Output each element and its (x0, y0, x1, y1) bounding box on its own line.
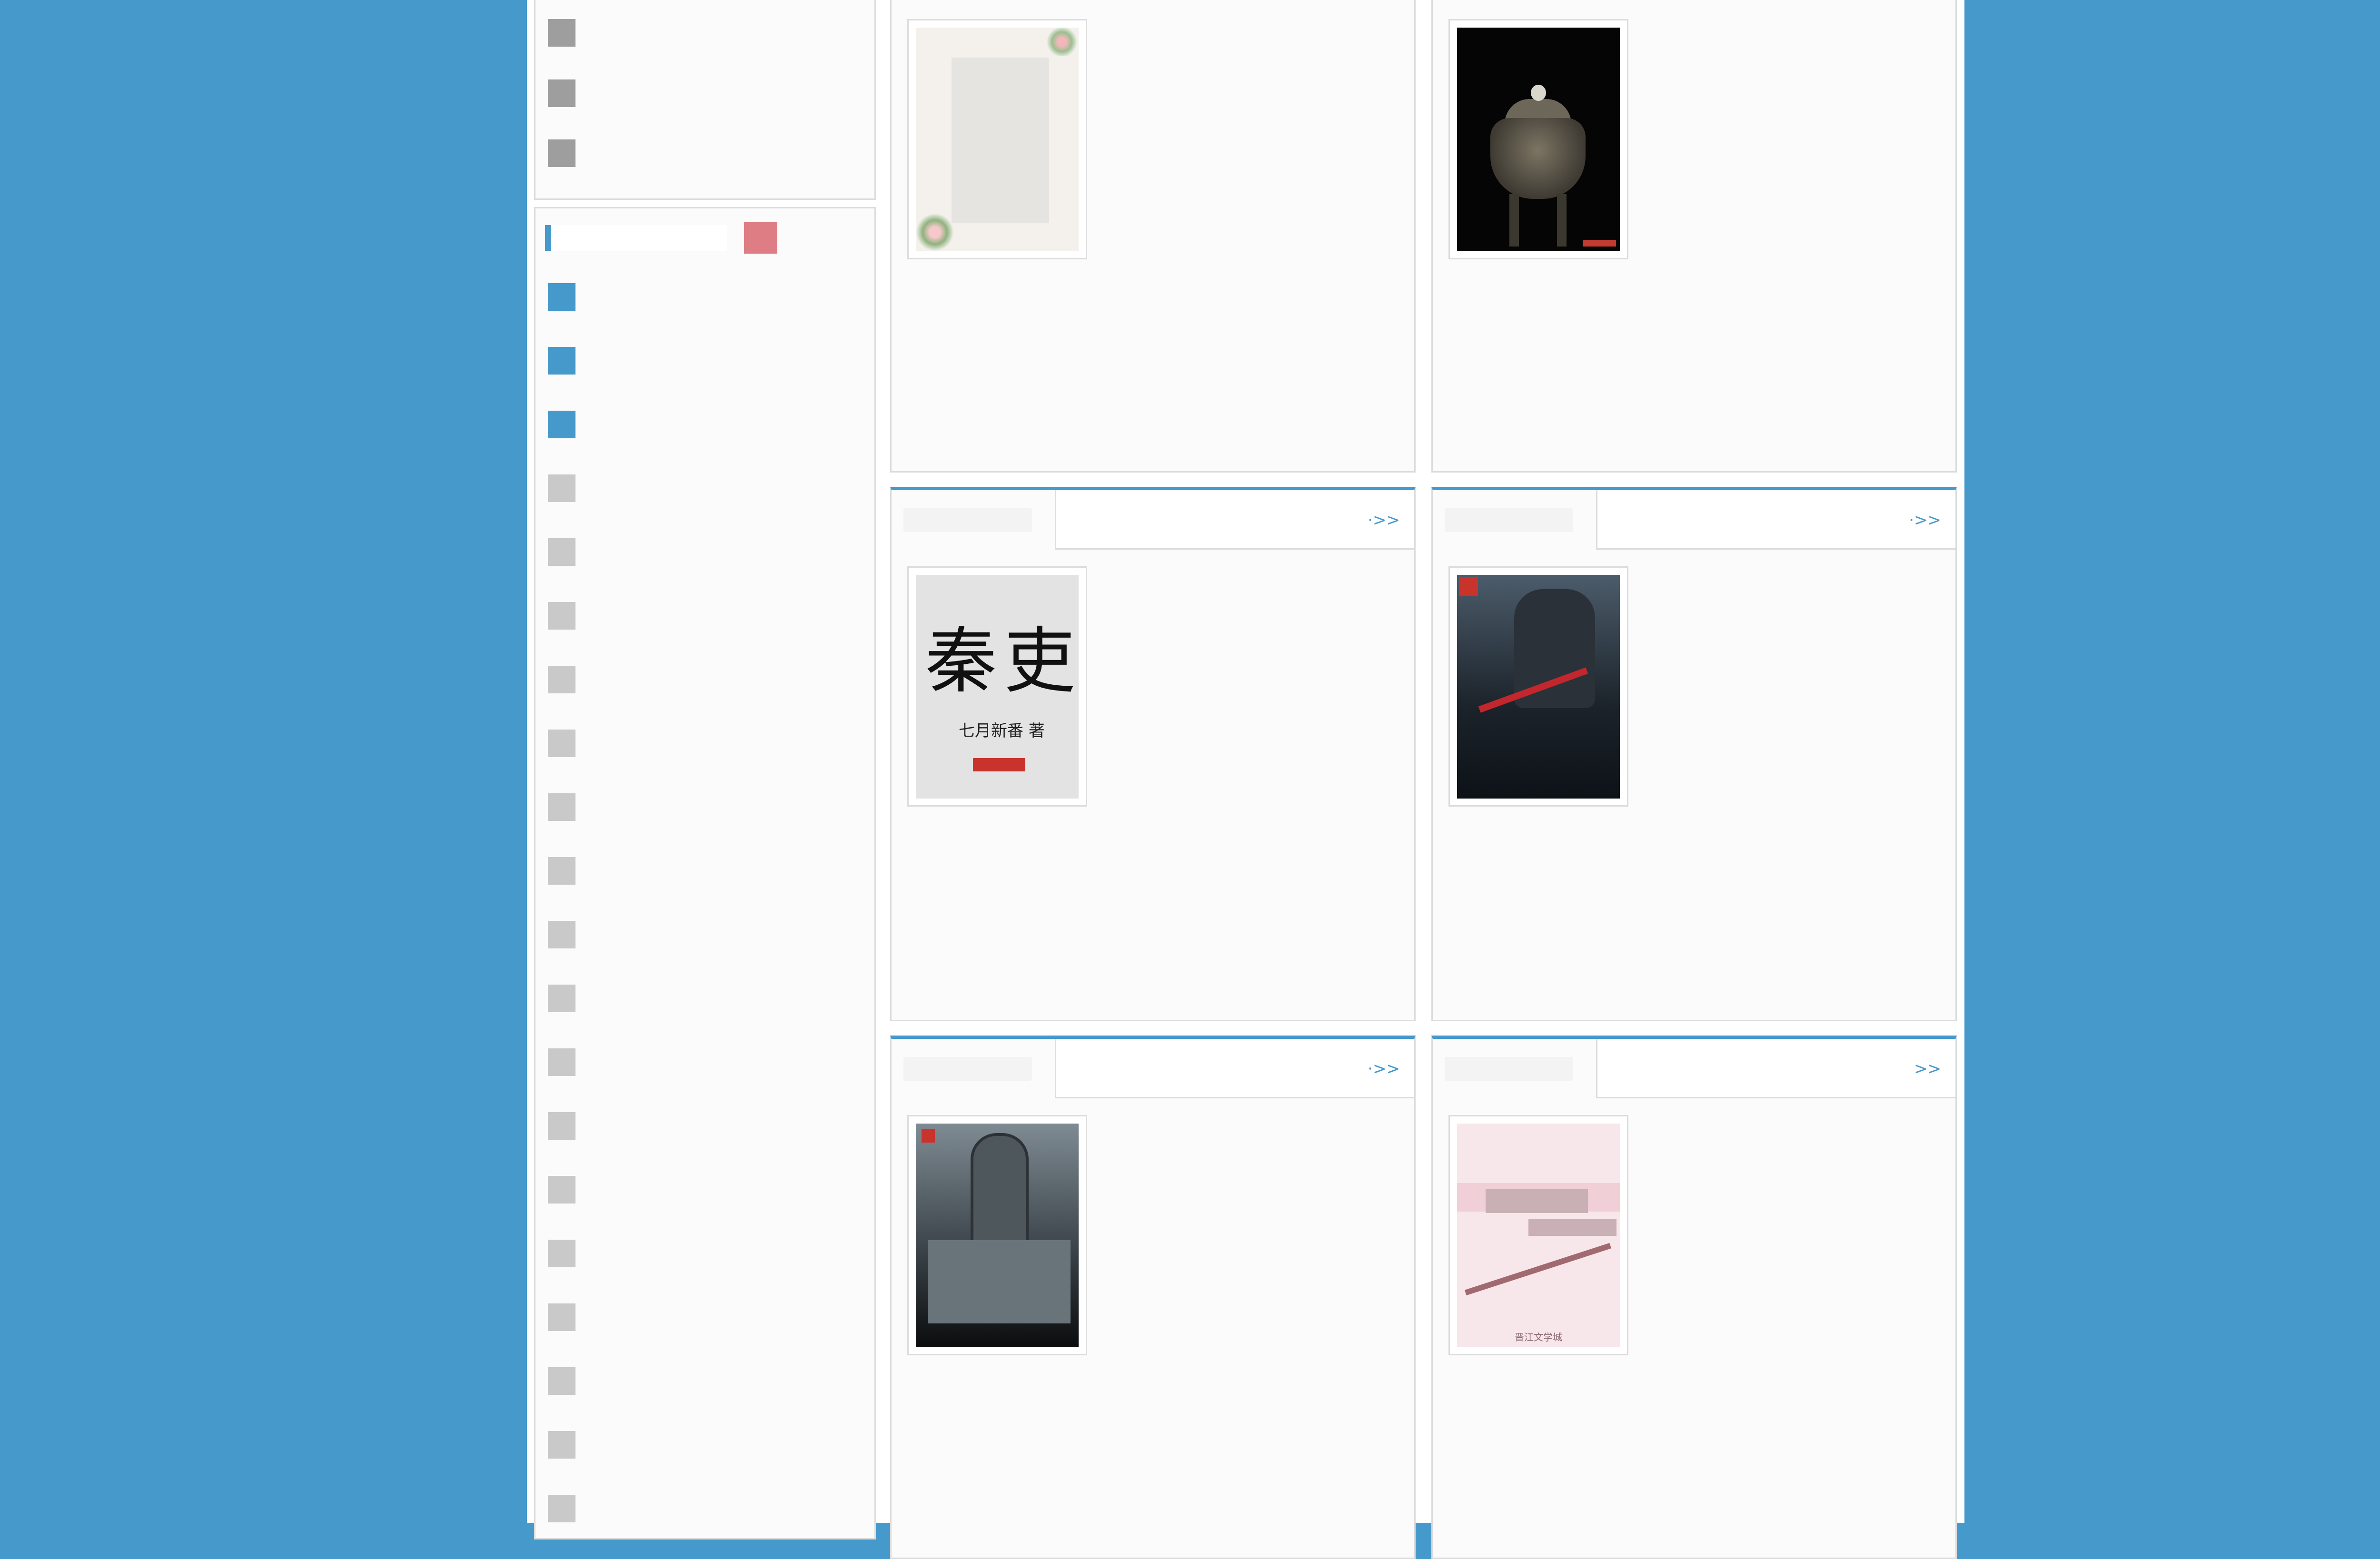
page-body: ·>> 秦 吏 七月新番 著 ·>> ·>> >> 晋江文学城 (527, 0, 1964, 1559)
rank-badge-icon (548, 1495, 575, 1522)
book-cover[interactable] (1448, 566, 1628, 807)
category-panel: ·>> (1431, 487, 1957, 1021)
panel-tab[interactable] (1433, 1039, 1596, 1098)
rank-badge-icon (548, 538, 575, 566)
book-cover-image (1457, 28, 1620, 251)
more-link[interactable]: ·>> (1368, 508, 1400, 532)
book-cover-image: 秦 吏 七月新番 著 (916, 575, 1079, 799)
rank-badge-icon (548, 1367, 575, 1395)
rank-badge-icon (548, 1112, 575, 1140)
book-cover[interactable] (907, 19, 1087, 259)
category-panel (1431, 0, 1957, 473)
book-cover-image (916, 1124, 1079, 1347)
rank-badge-icon (548, 283, 575, 311)
sidebar-heading-marker (545, 225, 551, 251)
panel-header: ·>> (1055, 490, 1414, 550)
rank-badge-icon (548, 1176, 575, 1204)
rank-badge-icon (548, 857, 575, 885)
category-panel (890, 0, 1416, 473)
category-panel: ·>> (890, 1036, 1416, 1559)
rank-badge-icon (548, 985, 575, 1012)
sidebar-heading-badge[interactable] (744, 222, 777, 254)
book-cover[interactable]: 秦 吏 七月新番 著 (907, 566, 1087, 807)
panel-header: >> (1596, 1039, 1955, 1098)
sidebar-link-icon[interactable] (548, 19, 575, 47)
panel-header: ·>> (1596, 490, 1955, 550)
panel-tab[interactable] (1433, 490, 1596, 550)
cover-title-char: 秦 (925, 620, 997, 703)
book-cover[interactable]: 晋江文学城 (1448, 1115, 1628, 1355)
book-cover-image (1457, 575, 1620, 799)
panel-tab[interactable] (892, 1039, 1055, 1098)
category-panel: ·>> 秦 吏 七月新番 著 (890, 487, 1416, 1021)
sidebar-heading (551, 225, 727, 251)
panel-header: ·>> (1055, 1039, 1414, 1098)
cover-title-char: 吏 (1004, 620, 1076, 703)
book-cover[interactable] (1448, 19, 1628, 259)
cover-publisher: 晋江文学城 (1515, 1332, 1562, 1343)
sidebar-link-icon[interactable] (548, 139, 575, 167)
book-cover-image: 晋江文学城 (1457, 1124, 1620, 1347)
rank-badge-icon (548, 793, 575, 821)
more-link[interactable]: ·>> (1909, 508, 1941, 532)
rank-badge-icon (548, 921, 575, 948)
rank-badge-icon (548, 1303, 575, 1331)
category-panel: >> 晋江文学城 (1431, 1036, 1957, 1559)
rank-badge-icon (548, 474, 575, 502)
rank-badge-icon (548, 411, 575, 438)
sidebar-top-box (534, 0, 876, 200)
rank-badge-icon (548, 1240, 575, 1267)
cover-author: 七月新番 著 (959, 721, 1045, 740)
rank-badge-icon (548, 730, 575, 757)
more-link[interactable]: ·>> (1368, 1057, 1400, 1081)
rank-badge-icon (548, 602, 575, 630)
book-cover-image (916, 28, 1079, 251)
more-link[interactable]: >> (1914, 1057, 1941, 1081)
rank-badge-icon (548, 347, 575, 375)
panel-tab[interactable] (892, 490, 1055, 550)
rank-badge-icon (548, 1431, 575, 1459)
book-cover[interactable] (907, 1115, 1087, 1355)
rank-badge-icon (548, 666, 575, 693)
sidebar-link-icon[interactable] (548, 79, 575, 107)
sidebar-ranking-box (534, 207, 876, 1539)
rank-badge-icon (548, 1048, 575, 1076)
